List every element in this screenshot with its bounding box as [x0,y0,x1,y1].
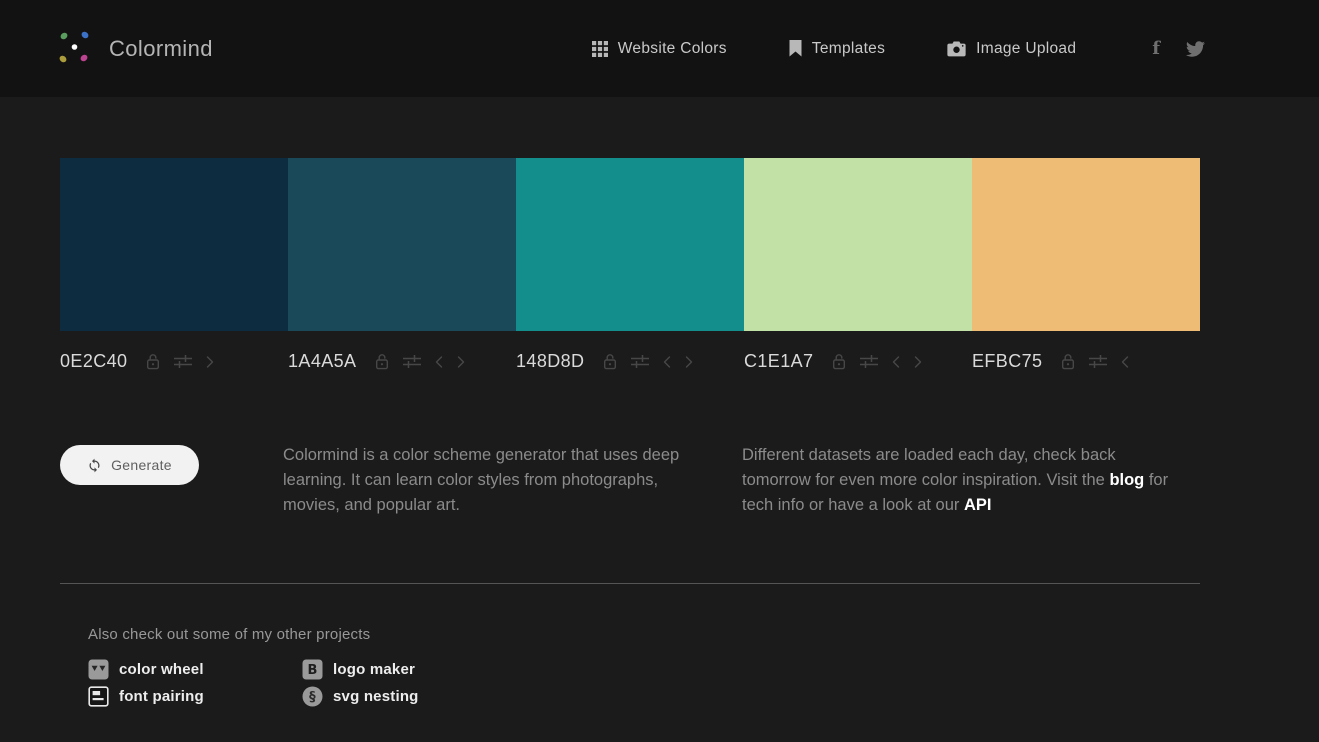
colormind-logo-icon [55,29,97,69]
nav-website-colors[interactable]: Website Colors [591,39,727,58]
hex-value[interactable]: EFBC75 [972,351,1042,372]
camera-icon [947,40,966,57]
twitter-icon[interactable] [1186,40,1205,57]
hex-value[interactable]: C1E1A7 [744,351,813,372]
color-swatch-5[interactable] [972,158,1200,331]
other-projects-section: Also check out some of my other projects… [60,626,1200,707]
api-link[interactable]: API [964,496,992,514]
chevron-right-icon[interactable] [914,355,922,368]
color-swatch-2[interactable] [288,158,516,331]
color-swatch-4[interactable] [744,158,972,331]
main-nav: Website Colors Templates Image Upload [591,39,1076,58]
hex-value[interactable]: 1A4A5A [288,351,356,372]
color-wheel-icon [88,659,109,680]
adjust-sliders-icon[interactable] [174,354,193,369]
description-paragraph-2: Different datasets are loaded each day, … [742,443,1170,518]
main-content: 0E2C40 1A4A5A 148D8D C1E1A7 EFBC75 Gener… [60,158,1200,707]
description-text: Different datasets are loaded each day, … [742,446,1116,489]
description-paragraph-1: Colormind is a color scheme generator th… [283,446,680,514]
other-projects-heading: Also check out some of my other projects [88,626,371,643]
project-label: color wheel [119,661,204,678]
bookmark-icon [789,40,802,57]
lock-icon[interactable] [1061,353,1075,370]
swatch-controls-5: EFBC75 [972,331,1200,376]
swatch-controls-1: 0E2C40 [60,331,288,376]
adjust-sliders-icon[interactable] [1089,354,1108,369]
link-font-pairing[interactable]: font pairing [88,686,302,707]
refresh-icon [87,458,102,473]
lock-icon[interactable] [832,353,846,370]
generate-button-label: Generate [111,457,172,473]
adjust-sliders-icon[interactable] [860,354,879,369]
swatch-controls-3: 148D8D [516,331,744,376]
social-links: f [1152,39,1205,58]
swatch-controls-2: 1A4A5A [288,331,516,376]
swatch-controls-4: C1E1A7 [744,331,972,376]
nav-label: Image Upload [976,39,1077,57]
hex-value[interactable]: 0E2C40 [60,351,127,372]
link-svg-nesting[interactable]: § svg nesting [302,686,1200,707]
svg-text:B: B [307,663,317,678]
link-color-wheel[interactable]: color wheel [88,659,302,680]
svg-text:§: § [309,690,316,705]
blog-link[interactable]: blog [1109,471,1144,489]
logo[interactable]: Colormind [55,29,213,69]
content-row: Generate Colormind is a color scheme gen… [60,443,1200,521]
hex-value[interactable]: 148D8D [516,351,584,372]
adjust-sliders-icon[interactable] [631,354,650,369]
logo-text: Colormind [109,35,213,61]
link-logo-maker[interactable]: B logo maker [302,659,1200,680]
nav-label: Website Colors [617,39,727,57]
generate-button[interactable]: Generate [60,445,199,485]
lock-icon[interactable] [375,353,389,370]
color-swatch-3[interactable] [516,158,744,331]
chevron-left-icon[interactable] [892,355,900,368]
grid-icon [591,40,608,57]
adjust-sliders-icon[interactable] [403,354,422,369]
chevron-left-icon[interactable] [1121,355,1129,368]
nav-image-upload[interactable]: Image Upload [947,40,1076,58]
swatch-controls-row: 0E2C40 1A4A5A 148D8D C1E1A7 EFBC75 [60,331,1200,376]
project-links: color wheel B logo maker font pairing § … [88,659,1200,707]
project-label: font pairing [119,688,204,705]
project-label: svg nesting [333,688,419,705]
svg-nesting-icon: § [302,686,323,707]
facebook-icon[interactable]: f [1152,39,1160,58]
lock-icon[interactable] [146,353,160,370]
logo-maker-icon: B [302,659,323,680]
nav-templates[interactable]: Templates [789,40,885,58]
divider [60,583,1200,584]
chevron-right-icon[interactable] [206,355,214,368]
font-pairing-icon [88,686,109,707]
chevron-right-icon[interactable] [457,355,465,368]
nav-label: Templates [811,39,886,57]
header: Colormind Website Colors Templates Image… [0,0,1319,97]
chevron-left-icon[interactable] [663,355,671,368]
project-label: logo maker [333,661,416,678]
color-palette [60,158,1200,331]
color-swatch-1[interactable] [60,158,288,331]
chevron-right-icon[interactable] [685,355,693,368]
chevron-left-icon[interactable] [435,355,443,368]
lock-icon[interactable] [603,353,617,370]
